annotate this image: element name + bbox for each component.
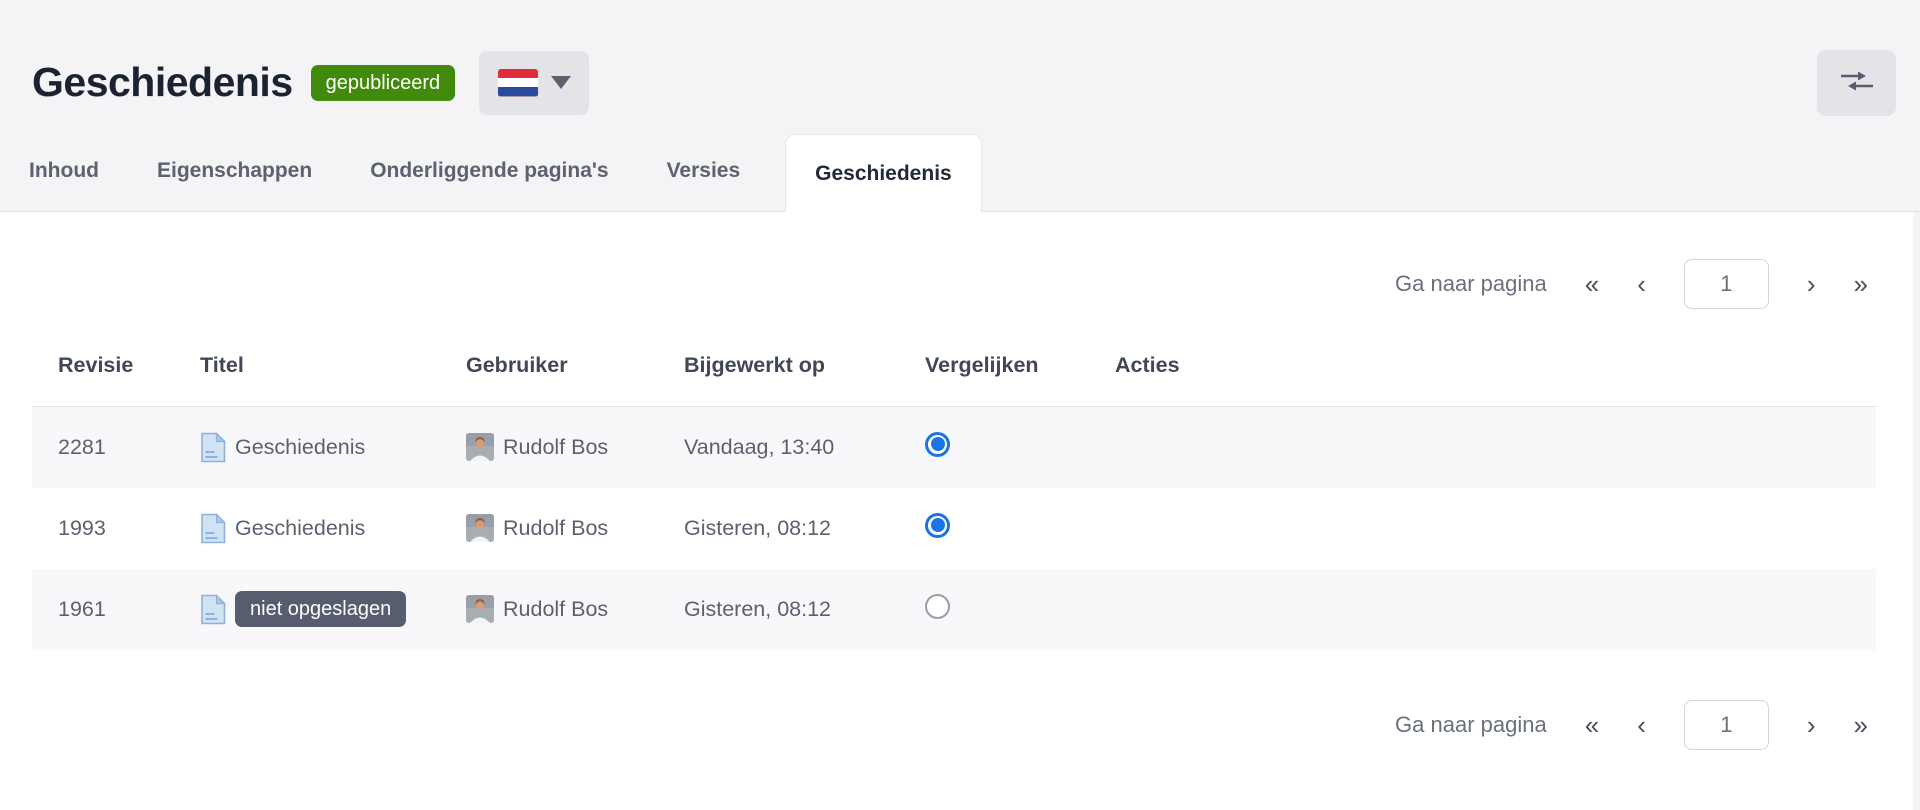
tab-label: Onderliggende pagina's — [370, 159, 608, 183]
pagination-bottom: Ga naar pagina « ‹ › » — [0, 700, 1913, 750]
first-page-button[interactable]: « — [1585, 271, 1599, 297]
updated-at: Gisteren, 08:12 — [684, 569, 925, 650]
next-page-button[interactable]: › — [1807, 712, 1816, 738]
actions-cell — [1115, 488, 1876, 569]
table-row: 1993 Geschiedenis — [32, 488, 1876, 569]
last-page-button[interactable]: » — [1854, 271, 1868, 297]
revision-title: Geschiedenis — [235, 516, 365, 541]
chevron-down-icon — [551, 76, 571, 89]
updated-at: Gisteren, 08:12 — [684, 488, 925, 569]
document-icon — [200, 594, 226, 625]
compare-radio[interactable] — [925, 513, 950, 538]
pagination-top: Ga naar pagina « ‹ › » — [0, 259, 1913, 309]
user-name: Rudolf Bos — [503, 597, 608, 622]
revisions-table: Revisie Titel Gebruiker Bijgewerkt op Ve… — [32, 337, 1876, 650]
revision-number: 1961 — [32, 569, 200, 650]
tab-label: Eigenschappen — [157, 159, 312, 183]
column-header-bijgewerkt-op: Bijgewerkt op — [684, 337, 925, 407]
compare-radio[interactable] — [925, 594, 950, 619]
revisions-table-wrap: Revisie Titel Gebruiker Bijgewerkt op Ve… — [32, 337, 1876, 650]
status-badge: gepubliceerd — [311, 65, 456, 101]
table-row: 2281 Geschiedenis — [32, 407, 1876, 488]
table-header-row: Revisie Titel Gebruiker Bijgewerkt op Ve… — [32, 337, 1876, 407]
unsaved-badge: niet opgeslagen — [235, 591, 406, 627]
user-avatar — [466, 595, 494, 623]
previous-page-button[interactable]: ‹ — [1637, 712, 1646, 738]
language-selector-button[interactable] — [479, 51, 589, 115]
user-avatar — [466, 433, 494, 461]
goto-page-label: Ga naar pagina — [1395, 712, 1547, 738]
actions-cell — [1115, 569, 1876, 650]
updated-at: Vandaag, 13:40 — [684, 407, 925, 488]
document-icon — [200, 432, 226, 463]
tab-onderliggende-paginas[interactable]: Onderliggende pagina's — [341, 131, 637, 211]
tab-geschiedenis[interactable]: Geschiedenis — [785, 134, 982, 212]
user-name: Rudolf Bos — [503, 435, 608, 460]
table-row: 1961 niet opgeslagen — [32, 569, 1876, 650]
column-header-gebruiker: Gebruiker — [466, 337, 684, 407]
revision-number: 2281 — [32, 407, 200, 488]
first-page-button[interactable]: « — [1585, 712, 1599, 738]
page-number-input[interactable] — [1684, 700, 1769, 750]
previous-page-button[interactable]: ‹ — [1637, 271, 1646, 297]
document-icon — [200, 513, 226, 544]
swap-arrows-icon — [1837, 68, 1877, 97]
tab-label: Geschiedenis — [815, 162, 952, 186]
tab-versies[interactable]: Versies — [638, 131, 770, 211]
actions-cell — [1115, 407, 1876, 488]
tab-label: Versies — [667, 159, 741, 183]
tab-eigenschappen[interactable]: Eigenschappen — [128, 131, 341, 211]
column-header-acties: Acties — [1115, 337, 1876, 407]
page-title: Geschiedenis — [32, 59, 293, 106]
netherlands-flag-icon — [498, 69, 538, 97]
tab-label: Inhoud — [29, 159, 99, 183]
tab-bar: Inhoud Eigenschappen Onderliggende pagin… — [0, 131, 1920, 212]
next-page-button[interactable]: › — [1807, 271, 1816, 297]
revision-number: 1993 — [32, 488, 200, 569]
history-panel: Ga naar pagina « ‹ › » Revisie Titel Geb… — [0, 212, 1913, 810]
goto-page-label: Ga naar pagina — [1395, 271, 1547, 297]
page-header: Geschiedenis gepubliceerd — [0, 0, 1920, 131]
column-header-vergelijken: Vergelijken — [925, 337, 1115, 407]
user-name: Rudolf Bos — [503, 516, 608, 541]
page-number-input[interactable] — [1684, 259, 1769, 309]
compare-radio[interactable] — [925, 432, 950, 457]
column-header-titel: Titel — [200, 337, 466, 407]
swap-panel-button[interactable] — [1817, 50, 1896, 116]
user-avatar — [466, 514, 494, 542]
tab-inhoud[interactable]: Inhoud — [0, 131, 128, 211]
revision-title: Geschiedenis — [235, 435, 365, 460]
column-header-revisie: Revisie — [32, 337, 200, 407]
last-page-button[interactable]: » — [1854, 712, 1868, 738]
